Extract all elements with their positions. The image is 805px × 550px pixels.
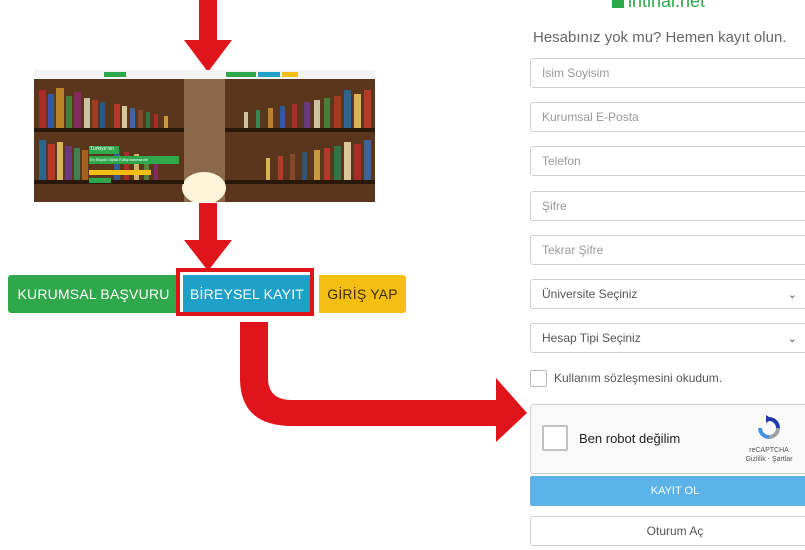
password-placeholder: Şifre [542,199,567,213]
website-screenshot-thumbnail: Türkiye'nin En Büyük Dijital Kütüphanesi… [34,70,375,202]
terms-label: Kullanım sözleşmesini okudum. [554,371,723,385]
register-subtitle: Hesabınız yok mu? Hemen kayıt olun. [533,29,787,46]
kurumsal-basvuru-button[interactable]: KURUMSAL BAŞVURU [8,275,179,313]
password-repeat-field[interactable]: Tekrar Şifre [530,235,805,265]
arrow-mid-shaft [199,203,217,243]
arrow-bent-path [240,322,500,426]
hero-tagline-2: En Büyük Dijital Kütüphanesinde [90,157,149,162]
password-field[interactable]: Şifre [530,191,805,221]
terms-checkbox[interactable] [530,369,547,387]
chevron-down-icon: ⌄ [787,289,797,301]
arrow-top-shaft [199,0,217,42]
email-field[interactable]: Kurumsal E-Posta [530,102,805,132]
register-button[interactable]: KAYIT OL [530,476,805,506]
arrow-bent-head [496,378,527,442]
library-image [34,70,375,202]
recaptcha-checkbox[interactable] [542,425,568,451]
login-button[interactable]: Oturum Aç [530,516,805,546]
recaptcha-links[interactable]: Gizlilik - Şartlar [739,455,799,464]
recaptcha-brand: reCAPTCHA [749,447,789,454]
site-logo: intihal.net [612,0,705,12]
university-select-value: Üniversite Seçiniz [542,287,638,301]
name-field[interactable]: İsim Soyisim [530,58,805,88]
hero-tagline-1: Türkiye'nin [90,146,115,152]
bireysel-kayit-highlight-box [176,268,314,316]
logo-text: intihal.net [628,0,706,11]
university-select[interactable]: Üniversite Seçiniz ⌄ [530,279,805,309]
logo-icon [612,0,624,9]
name-placeholder: İsim Soyisim [542,66,610,80]
recaptcha-icon [758,415,780,439]
recaptcha-label: Ben robot değilim [579,431,681,446]
phone-placeholder: Telefon [542,154,581,168]
recaptcha-widget: Ben robot değilim reCAPTCHA Gizlilik - Ş… [530,404,805,474]
giris-yap-button[interactable]: GİRİŞ YAP [319,275,406,313]
recaptcha-logo: reCAPTCHA Gizlilik - Şartlar [739,415,799,464]
account-type-select[interactable]: Hesap Tipi Seçiniz ⌄ [530,323,805,353]
email-placeholder: Kurumsal E-Posta [542,110,639,124]
chevron-down-icon: ⌄ [787,333,797,345]
password-repeat-placeholder: Tekrar Şifre [542,243,604,257]
arrow-mid-head [184,240,232,271]
terms-row: Kullanım sözleşmesini okudum. [530,368,722,388]
phone-field[interactable]: Telefon [530,146,805,176]
account-type-select-value: Hesap Tipi Seçiniz [542,331,641,345]
arrow-top-head [184,40,232,72]
